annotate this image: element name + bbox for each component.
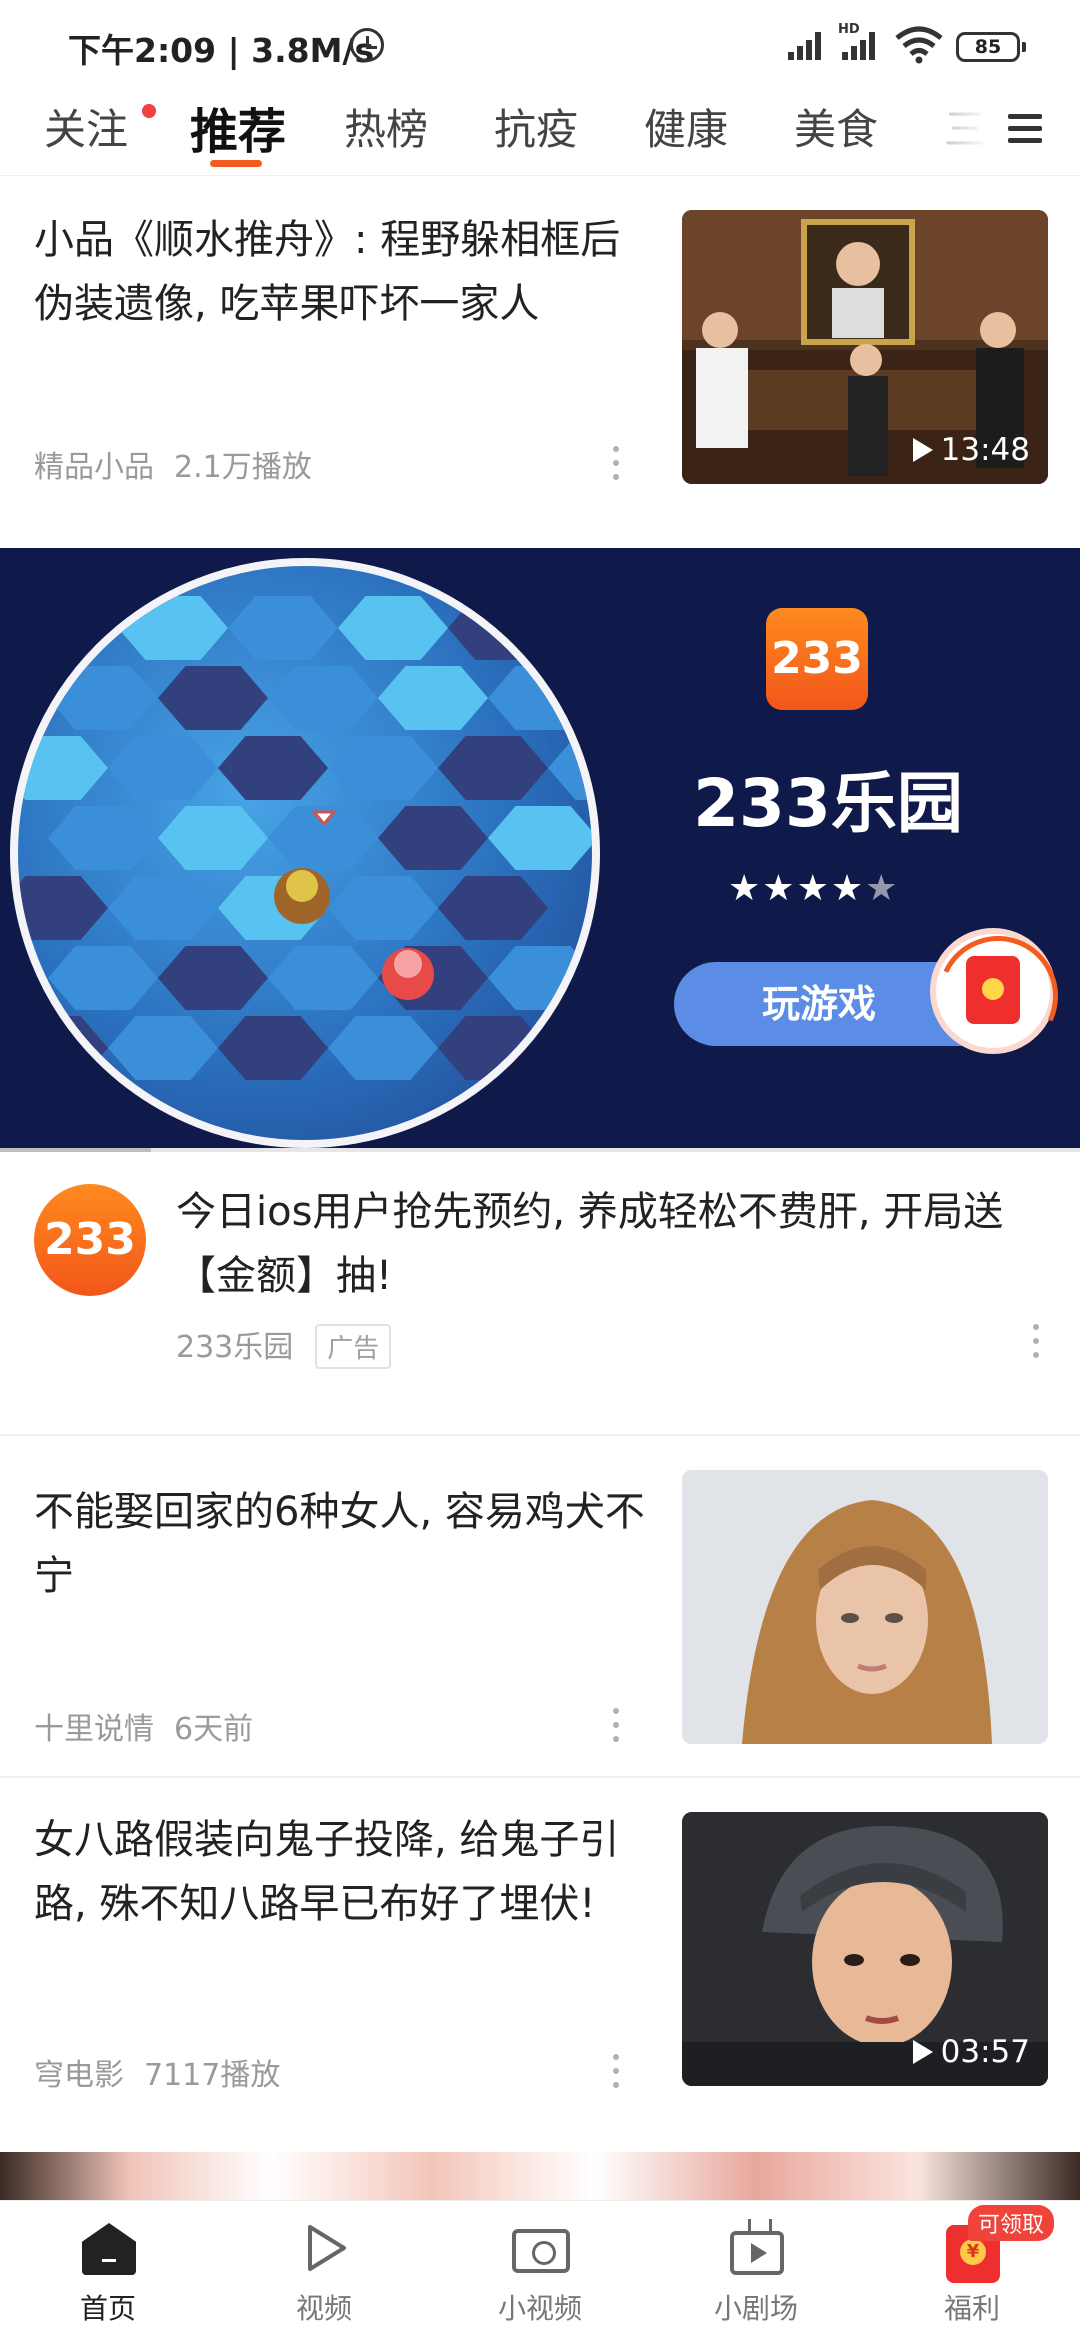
video-thumbnail[interactable]: 13:48 <box>682 210 1048 484</box>
rating-stars: ★★★★★ <box>728 868 928 909</box>
game-characters <box>274 810 434 1000</box>
play-icon <box>912 2040 933 2064</box>
tab-fade <box>930 90 1080 174</box>
article-thumbnail[interactable] <box>682 1470 1048 1744</box>
play-icon <box>308 2225 346 2271</box>
category-tab-bar: 关注 推荐 热榜 抗疫 健康 美食 三 <box>0 90 1080 176</box>
video-progress <box>0 1148 1080 1152</box>
tab-hot-list[interactable]: 热榜 <box>344 96 428 157</box>
advertiser-logo[interactable]: 233 <box>34 1184 146 1296</box>
article-meta: 精品小品 2.1万播放 <box>34 442 332 486</box>
tv-icon <box>730 2231 784 2275</box>
ad-title[interactable]: 今日ios用户抢先预约, 养成轻松不费肝, 开局送【金额】抽! <box>176 1180 1056 1308</box>
more-options-icon[interactable] <box>612 444 620 484</box>
notification-dot <box>142 104 156 118</box>
article-stat: 2.1万播放 <box>174 450 312 485</box>
red-packet-icon[interactable] <box>930 928 1056 1054</box>
feed-item-2[interactable]: 不能娶回家的6种女人, 容易鸡犬不宁 十里说情 6天前 <box>0 1436 1080 1776</box>
video-duration: 03:57 <box>912 2034 1030 2070</box>
article-source: 十里说情 <box>34 1712 154 1747</box>
video-progress-fill <box>0 1148 152 1152</box>
tab-anti-epidemic[interactable]: 抗疫 <box>494 96 578 157</box>
next-item-thumbnail[interactable] <box>0 2152 1080 2200</box>
ad-tag: 广告 <box>315 1324 392 1369</box>
camera-icon <box>512 2229 570 2273</box>
star-icon: ★ <box>796 868 831 909</box>
star-icon: ★ <box>762 868 797 909</box>
play-icon <box>912 438 933 462</box>
nav-short-video[interactable]: 小视频 <box>460 2201 620 2340</box>
star-icon: ★ <box>865 868 900 909</box>
article-title[interactable]: 女八路假装向鬼子投降, 给鬼子引路, 殊不知八路早已布好了埋伏! <box>34 1808 654 1936</box>
article-stat: 7117播放 <box>144 2058 281 2093</box>
article-meta: 穹电影 7117播放 <box>34 2050 300 2094</box>
tab-follow[interactable]: 关注 <box>44 96 128 157</box>
signal-icon <box>788 30 828 60</box>
app-logo: 233 <box>766 608 868 710</box>
star-icon: ★ <box>728 868 763 909</box>
more-options-icon[interactable] <box>612 1706 620 1746</box>
home-icon <box>82 2223 136 2275</box>
nav-label: 首页 <box>79 2292 136 2325</box>
duration-text: 03:57 <box>940 2034 1030 2070</box>
article-meta: 十里说情 6天前 <box>34 1704 273 1748</box>
ad-more-options-icon[interactable] <box>1032 1322 1040 1362</box>
nav-label: 小视频 <box>497 2292 582 2325</box>
ad-meta: 233乐园 广告 <box>176 1322 392 1369</box>
status-bar: 下午2:09 | 3.8M/s HD 85 <box>0 0 1080 90</box>
nav-home[interactable]: 首页 <box>28 2201 188 2340</box>
active-tab-indicator <box>210 160 262 167</box>
video-thumbnail[interactable]: 03:57 <box>682 1812 1048 2086</box>
battery-icon: 85 <box>956 32 1026 62</box>
ad-source: 233乐园 <box>176 1330 294 1365</box>
bottom-navigation: 首页 视频 小视频 小剧场 可领取 福利 <box>0 2200 1080 2340</box>
tab-health[interactable]: 健康 <box>644 96 728 157</box>
star-icon: ★ <box>830 868 866 909</box>
nav-welfare[interactable]: 可领取 福利 <box>892 2201 1055 2340</box>
channel-menu-icon[interactable] <box>1008 112 1042 146</box>
article-title[interactable]: 不能娶回家的6种女人, 容易鸡犬不宁 <box>34 1480 654 1608</box>
status-time: 下午2:09 | 3.8M/s <box>68 31 375 70</box>
feed-item-1[interactable]: 小品《顺水推舟》: 程野躲相框后伪装遗像, 吃苹果吓坏一家人 精品小品 2.1万播… <box>0 176 1080 546</box>
game-preview <box>10 558 600 1148</box>
feed-item-3[interactable]: 女八路假装向鬼子投降, 给鬼子引路, 殊不知八路早已布好了埋伏! 穹电影 7117… <box>0 1778 1080 2152</box>
ad-banner[interactable] <box>0 548 1080 1152</box>
article-source: 穹电影 <box>34 2058 124 2093</box>
thumbnail-art <box>682 1470 1048 1744</box>
more-options-icon[interactable] <box>612 2052 620 2092</box>
signal-hd-icon <box>842 30 882 60</box>
wifi-icon <box>895 26 943 64</box>
nav-mini-theater[interactable]: 小剧场 <box>676 2201 836 2340</box>
nav-label: 视频 <box>295 2292 352 2325</box>
nav-label: 福利 <box>943 2292 1000 2325</box>
duration-text: 13:48 <box>940 432 1030 468</box>
tab-food[interactable]: 美食 <box>794 96 878 157</box>
claim-badge: 可领取 <box>968 2205 1055 2241</box>
alarm-clock-icon <box>350 28 384 62</box>
video-duration: 13:48 <box>912 432 1030 468</box>
nav-video[interactable]: 视频 <box>244 2201 404 2340</box>
app-name: 233乐园 <box>693 765 963 842</box>
article-title[interactable]: 小品《顺水推舟》: 程野躲相框后伪装遗像, 吃苹果吓坏一家人 <box>34 208 654 336</box>
tab-recommend[interactable]: 推荐 <box>190 92 286 162</box>
nav-label: 小剧场 <box>713 2292 798 2325</box>
article-stat: 6天前 <box>174 1712 254 1747</box>
article-source: 精品小品 <box>34 450 154 485</box>
